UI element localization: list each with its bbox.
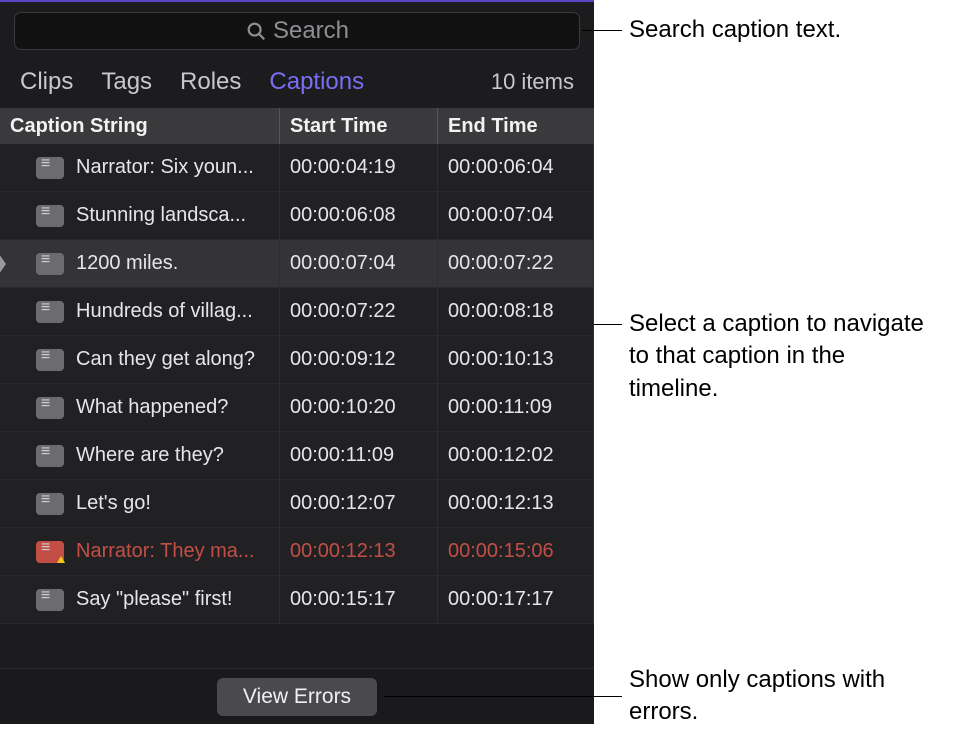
table-row[interactable]: Stunning landsca... 00:00:06:0800:00:07:0… <box>0 192 594 240</box>
item-count: 10 items <box>491 69 574 95</box>
col-header-caption[interactable]: Caption String <box>0 108 280 144</box>
end-time: 00:00:12:13 <box>438 480 594 527</box>
caption-icon <box>36 349 64 371</box>
search-icon <box>245 20 267 42</box>
end-time: 00:00:17:17 <box>438 576 594 623</box>
caption-text: Narrator: Six youn... <box>76 156 254 179</box>
end-time: 00:00:07:04 <box>438 192 594 239</box>
col-header-start[interactable]: Start Time <box>280 108 438 144</box>
table-row[interactable]: Narrator: They ma... 00:00:12:1300:00:15:… <box>0 528 594 576</box>
search-input[interactable]: Search <box>14 12 580 50</box>
search-placeholder: Search <box>273 17 349 45</box>
table-row[interactable]: 1200 miles. 00:00:07:0400:00:07:22 <box>0 240 594 288</box>
caption-text: Hundreds of villag... <box>76 300 253 323</box>
annotation-area: Search caption text. Select a caption to… <box>594 0 958 724</box>
start-time: 00:00:15:17 <box>280 576 438 623</box>
table-header: Caption String Start Time End Time <box>0 108 594 144</box>
caption-table-body: Narrator: Six youn... 00:00:04:1900:00:06… <box>0 144 594 668</box>
table-row[interactable]: Let's go! 00:00:12:0700:00:12:13 <box>0 480 594 528</box>
tab-clips[interactable]: Clips <box>20 68 73 96</box>
start-time: 00:00:07:22 <box>280 288 438 335</box>
end-time: 00:00:07:22 <box>438 240 594 287</box>
caption-icon <box>36 157 64 179</box>
caption-text: Can they get along? <box>76 348 255 371</box>
callout-errors: Show only captions with errors. <box>629 664 929 729</box>
table-row[interactable]: Hundreds of villag... 00:00:07:2200:00:08… <box>0 288 594 336</box>
start-time: 00:00:09:12 <box>280 336 438 383</box>
tab-row: Clips Tags Roles Captions 10 items <box>0 58 594 108</box>
end-time: 00:00:10:13 <box>438 336 594 383</box>
caption-icon <box>36 493 64 515</box>
caption-index-panel: Search Clips Tags Roles Captions 10 item… <box>0 0 594 724</box>
lead-line <box>594 324 622 325</box>
callout-select: Select a caption to navigate to that cap… <box>629 308 939 405</box>
table-row[interactable]: Where are they? 00:00:11:0900:00:12:02 <box>0 432 594 480</box>
caption-error-icon <box>36 541 64 563</box>
end-time: 00:00:15:06 <box>438 528 594 575</box>
caption-icon <box>36 397 64 419</box>
caption-text: Say "please" first! <box>76 588 232 611</box>
tab-captions[interactable]: Captions <box>269 68 364 96</box>
tab-roles[interactable]: Roles <box>180 68 241 96</box>
col-header-end[interactable]: End Time <box>438 108 594 144</box>
end-time: 00:00:08:18 <box>438 288 594 335</box>
start-time: 00:00:12:13 <box>280 528 438 575</box>
caption-text: 1200 miles. <box>76 252 178 275</box>
caption-text: What happened? <box>76 396 228 419</box>
caption-icon <box>36 205 64 227</box>
caption-icon <box>36 301 64 323</box>
start-time: 00:00:06:08 <box>280 192 438 239</box>
table-row[interactable]: Say "please" first! 00:00:15:1700:00:17:1… <box>0 576 594 624</box>
tab-tags[interactable]: Tags <box>101 68 152 96</box>
start-time: 00:00:10:20 <box>280 384 438 431</box>
start-time: 00:00:11:09 <box>280 432 438 479</box>
caption-icon <box>36 253 64 275</box>
start-time: 00:00:04:19 <box>280 144 438 191</box>
caption-icon <box>36 589 64 611</box>
caption-text: Where are they? <box>76 444 224 467</box>
view-errors-button[interactable]: View Errors <box>217 678 377 716</box>
caption-text: Stunning landsca... <box>76 204 246 227</box>
warning-icon <box>54 556 68 564</box>
lead-line <box>384 696 622 697</box>
caption-icon <box>36 445 64 467</box>
table-row[interactable]: What happened? 00:00:10:2000:00:11:09 <box>0 384 594 432</box>
end-time: 00:00:11:09 <box>438 384 594 431</box>
end-time: 00:00:06:04 <box>438 144 594 191</box>
caption-text: Narrator: They ma... <box>76 540 255 563</box>
caption-text: Let's go! <box>76 492 151 515</box>
end-time: 00:00:12:02 <box>438 432 594 479</box>
table-row[interactable]: Narrator: Six youn... 00:00:04:1900:00:06… <box>0 144 594 192</box>
lead-line <box>582 30 622 31</box>
start-time: 00:00:12:07 <box>280 480 438 527</box>
callout-search: Search caption text. <box>629 14 841 46</box>
search-wrap: Search <box>0 2 594 58</box>
table-row[interactable]: Can they get along? 00:00:09:1200:00:10:1… <box>0 336 594 384</box>
start-time: 00:00:07:04 <box>280 240 438 287</box>
